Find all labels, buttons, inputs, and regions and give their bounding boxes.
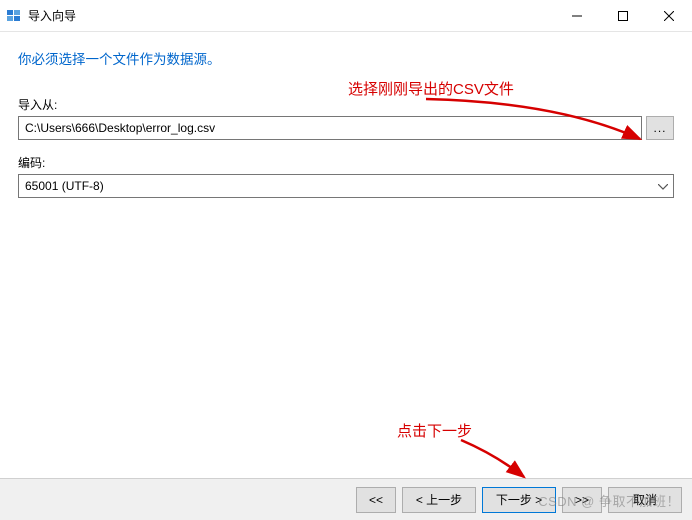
encoding-select[interactable] [18,174,674,198]
app-icon [6,8,22,24]
prev-button[interactable]: < 上一步 [402,487,476,513]
dialog-content: 你必须选择一个文件作为数据源。 导入从: ... 编码: [0,32,692,478]
minimize-button[interactable] [554,0,600,32]
wizard-footer: << < 上一步 下一步 > >> 取消 [0,478,692,520]
instruction-text: 你必须选择一个文件作为数据源。 [18,48,674,68]
close-button[interactable] [646,0,692,32]
encoding-label: 编码: [18,154,674,171]
titlebar: 导入向导 [0,0,692,32]
import-from-input[interactable] [18,116,642,140]
next-button[interactable]: 下一步 > [482,487,556,513]
window-title: 导入向导 [28,7,554,24]
maximize-button[interactable] [600,0,646,32]
first-button[interactable]: << [356,487,396,513]
import-from-label: 导入从: [18,96,674,113]
browse-button[interactable]: ... [646,116,674,140]
last-button[interactable]: >> [562,487,602,513]
window-controls [554,0,692,31]
cancel-button[interactable]: 取消 [608,487,682,513]
